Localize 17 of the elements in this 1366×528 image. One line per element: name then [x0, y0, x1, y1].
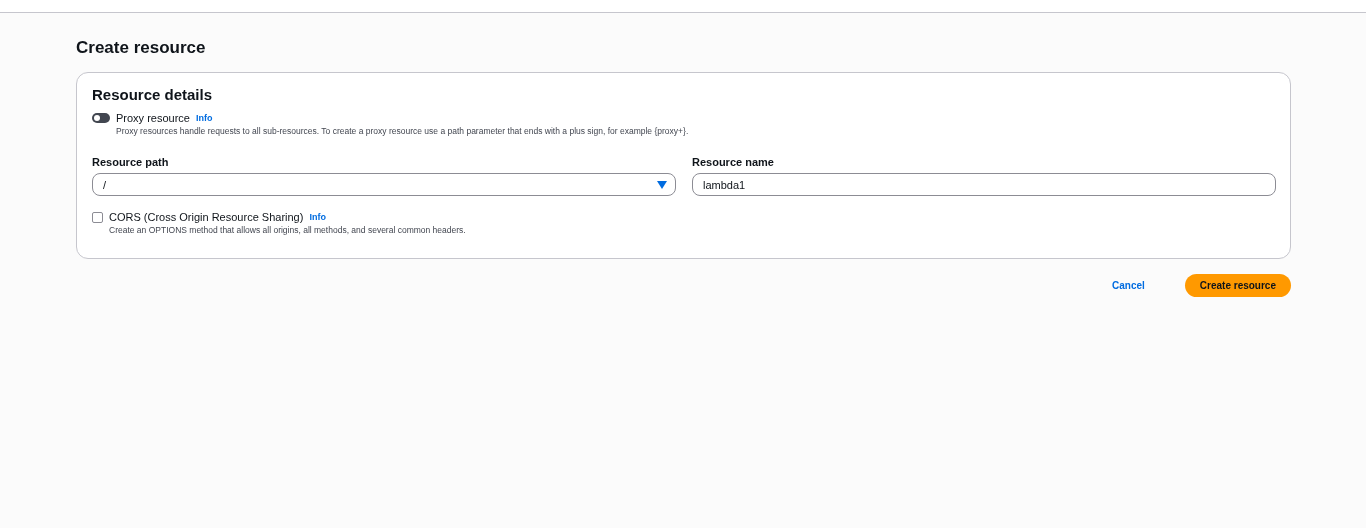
cors-checkbox[interactable] — [92, 211, 103, 223]
create-resource-button[interactable]: Create resource — [1184, 274, 1291, 297]
field-label: Resource name — [692, 156, 775, 168]
resource-name-field[interactable]: lambda1 — [692, 173, 1276, 196]
proxy-label: Proxy resource — [116, 112, 190, 124]
proxy-description: Proxy resources handle requests to all sub-resources. To create a proxy resource use a path parameter that ends with a plus sign, for example {proxy+}. — [116, 126, 690, 136]
panel-title: Resource details — [92, 86, 214, 103]
info-link[interactable]: Info — [196, 113, 213, 123]
proxy-toggle[interactable] — [92, 113, 110, 123]
field-label: Resource path — [92, 156, 170, 168]
info-link[interactable]: Info — [309, 212, 326, 222]
page-title: Create resource — [76, 38, 207, 58]
caret-icon — [657, 180, 667, 189]
cors-description: Create an OPTIONS method that allows all origins, all methods, and several common headers. — [109, 225, 467, 235]
cancel-button[interactable]: Cancel — [1112, 280, 1161, 291]
cors-label: CORS (Cross Origin Resource Sharing) — [109, 211, 304, 223]
resource-path-select[interactable]: / — [92, 173, 676, 196]
